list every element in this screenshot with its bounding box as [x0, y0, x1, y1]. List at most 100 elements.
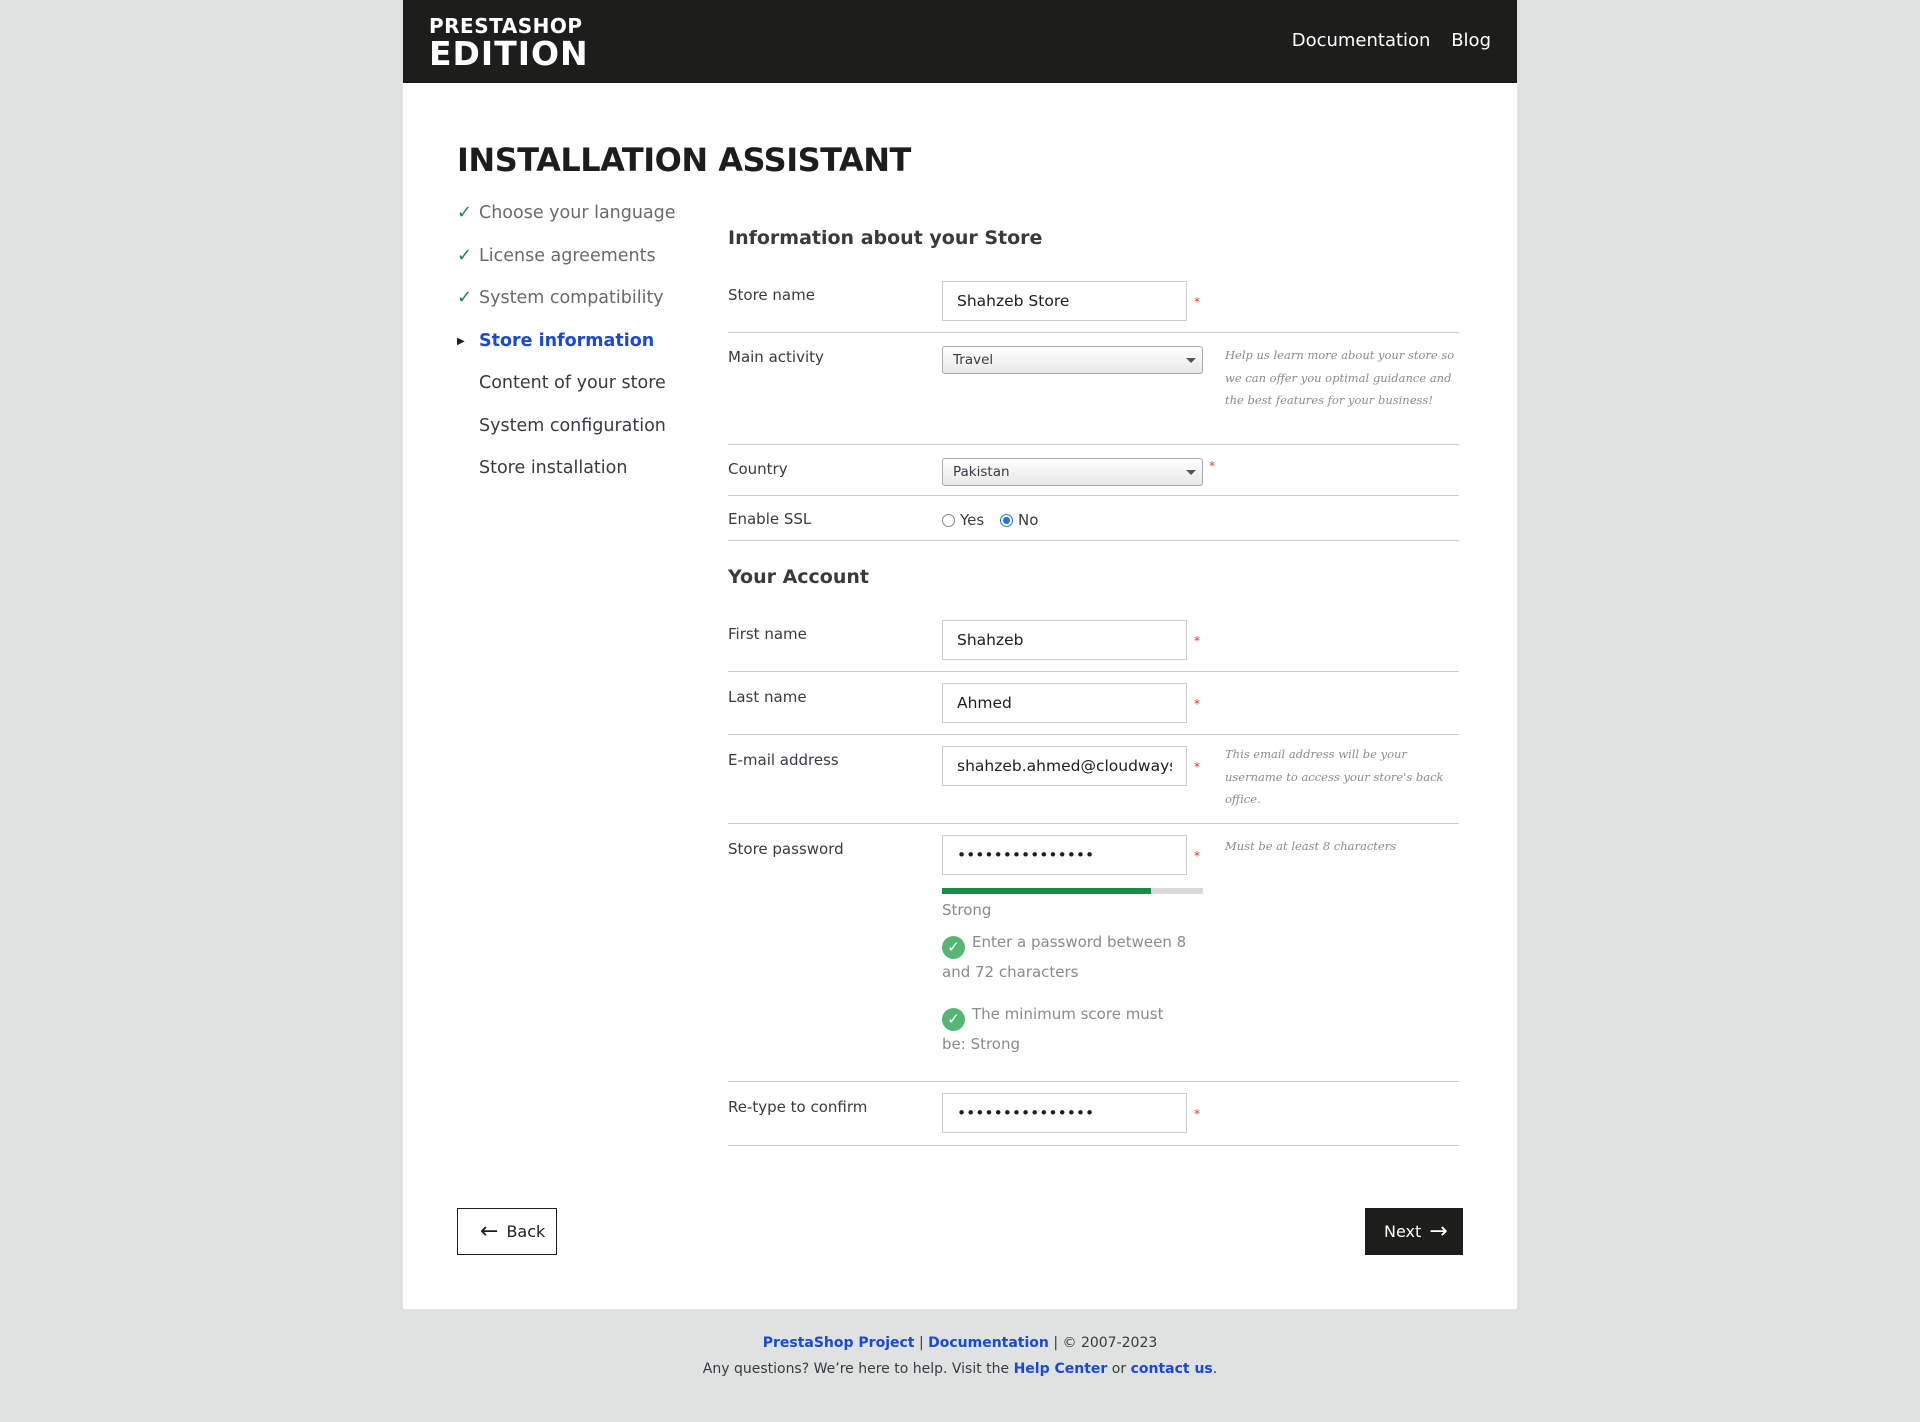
main-activity-hint: Help us learn more about your store so w…	[1225, 348, 1455, 407]
step-label: Choose your language	[479, 203, 676, 223]
password-rule-score: ✓ The minimum score must be: Strong	[942, 1001, 1187, 1057]
ssl-row: Enable SSL Yes No	[728, 495, 1459, 541]
prestashop-edition-logo[interactable]: PRESTASHOP EDITION	[429, 16, 589, 70]
password-strength-fill	[942, 888, 1151, 894]
main-activity-label: Main activity	[728, 348, 824, 366]
radio-circle-selected	[1000, 513, 1013, 527]
first-name-input[interactable]	[942, 620, 1187, 660]
nav-blog-link[interactable]: Blog	[1451, 30, 1491, 51]
first-name-row: First name *	[728, 620, 1459, 672]
password-rule-length-text: Enter a password between 8 and 72 charac…	[942, 933, 1187, 981]
step-license-agreements: ✓ License agreements	[457, 243, 676, 286]
footer-or: or	[1111, 1361, 1127, 1377]
password-label: Store password	[728, 840, 844, 858]
password-hint: Must be at least 8 characters	[1225, 839, 1397, 853]
logo-line-2: EDITION	[429, 34, 589, 73]
password-row: Store password * Must be at least 8 char…	[728, 835, 1459, 1082]
step-label: Store information	[479, 330, 655, 351]
main-activity-row: Main activity Travel Help us learn more …	[728, 332, 1459, 445]
footer-documentation-link[interactable]: Documentation	[928, 1335, 1049, 1351]
footer-copyright: | © 2007-2023	[1053, 1335, 1158, 1351]
footer-line-1: PrestaShop Project | Documentation | © 2…	[403, 1330, 1517, 1356]
step-choose-language: ✓ Choose your language	[457, 200, 676, 243]
last-name-label: Last name	[728, 688, 807, 706]
last-name-row: Last name *	[728, 683, 1459, 735]
check-icon: ✓	[457, 202, 473, 223]
required-asterisk: *	[1194, 760, 1200, 774]
check-circle-icon: ✓	[942, 936, 965, 959]
check-icon: ✓	[457, 287, 473, 308]
store-section-title: Information about your Store	[728, 227, 1043, 249]
back-button[interactable]: ← Back	[457, 1208, 557, 1255]
ssl-no-radio[interactable]: No	[1000, 511, 1038, 529]
radio-circle	[942, 513, 955, 527]
confirm-password-label: Re-type to confirm	[728, 1098, 868, 1116]
password-rule-score-text: The minimum score must be: Strong	[942, 1005, 1164, 1053]
required-asterisk: *	[1194, 849, 1200, 863]
step-label: License agreements	[479, 245, 656, 266]
step-label: System compatibility	[479, 288, 664, 308]
account-section-title: Your Account	[728, 566, 869, 588]
next-button[interactable]: Next →	[1365, 1208, 1463, 1255]
footer-help-text: Any questions? We’re here to help. Visit…	[702, 1361, 1010, 1377]
main-activity-value: Travel	[953, 352, 994, 368]
caret-right-icon: ▶	[457, 335, 465, 347]
step-store-installation: Store installation	[457, 455, 676, 498]
country-value: Pakistan	[953, 464, 1010, 480]
step-system-configuration: System configuration	[457, 413, 676, 456]
nav-documentation-link[interactable]: Documentation	[1292, 30, 1431, 51]
step-label: Content of your store	[479, 373, 666, 393]
footer-separator: |	[918, 1335, 924, 1351]
contact-us-link[interactable]: contact us	[1131, 1361, 1213, 1377]
store-name-input[interactable]	[942, 281, 1187, 321]
main-activity-select[interactable]: Travel	[942, 346, 1203, 374]
password-input[interactable]	[942, 835, 1187, 875]
installer-card: INSTALLATION ASSISTANT ✓ Choose your lang…	[403, 83, 1517, 1309]
password-strength-label: Strong	[942, 901, 992, 919]
page: PRESTASHOP EDITION Documentation Blog IN…	[0, 0, 1920, 1422]
back-button-label: Back	[506, 1222, 546, 1241]
top-bar: PRESTASHOP EDITION Documentation Blog	[403, 0, 1517, 83]
chevron-down-icon	[1186, 470, 1196, 475]
chevron-down-icon	[1186, 358, 1196, 363]
country-select[interactable]: Pakistan	[942, 458, 1203, 486]
confirm-password-row: Re-type to confirm *	[728, 1093, 1459, 1146]
check-icon: ✓	[457, 244, 473, 266]
last-name-input[interactable]	[942, 683, 1187, 723]
step-system-compatibility: ✓ System compatibility	[457, 285, 676, 328]
arrow-left-icon: ←	[480, 1218, 499, 1244]
step-list: ✓ Choose your language ✓ License agreement…	[457, 200, 676, 498]
footer-line-2: Any questions? We’re here to help. Visit…	[403, 1356, 1517, 1382]
logo-line-1: PRESTASHOP	[429, 14, 583, 38]
help-center-link[interactable]: Help Center	[1014, 1361, 1108, 1377]
confirm-password-input[interactable]	[942, 1093, 1187, 1133]
country-row: Country Pakistan *	[728, 444, 1459, 496]
country-label: Country	[728, 460, 788, 478]
first-name-label: First name	[728, 625, 807, 643]
next-button-label: Next	[1384, 1222, 1422, 1241]
page-title: INSTALLATION ASSISTANT	[457, 141, 911, 179]
check-circle-icon: ✓	[942, 1008, 965, 1031]
email-label: E-mail address	[728, 751, 839, 769]
required-asterisk: *	[1194, 1107, 1200, 1121]
required-asterisk: *	[1209, 459, 1215, 473]
step-store-information: ▶ Store information	[457, 328, 676, 371]
step-content-of-store: Content of your store	[457, 370, 676, 413]
ssl-yes-label: Yes	[960, 511, 985, 529]
password-strength-bar	[942, 888, 1203, 894]
footer: PrestaShop Project | Documentation | © 2…	[403, 1330, 1517, 1382]
required-asterisk: *	[1194, 634, 1200, 648]
email-input[interactable]	[942, 746, 1187, 786]
email-row: E-mail address * This email address will…	[728, 746, 1459, 824]
store-name-row: Store name *	[728, 281, 1459, 333]
required-asterisk: *	[1194, 697, 1200, 711]
ssl-label: Enable SSL	[728, 510, 812, 528]
password-rule-length: ✓ Enter a password between 8 and 72 chara…	[942, 929, 1187, 985]
prestashop-project-link[interactable]: PrestaShop Project	[763, 1335, 915, 1351]
ssl-yes-radio[interactable]: Yes	[942, 511, 984, 529]
ssl-no-label: No	[1018, 511, 1039, 529]
required-asterisk: *	[1194, 295, 1200, 309]
footer-period: .	[1212, 1361, 1218, 1377]
email-hint: This email address will be your username…	[1225, 747, 1444, 806]
store-name-label: Store name	[728, 286, 815, 304]
